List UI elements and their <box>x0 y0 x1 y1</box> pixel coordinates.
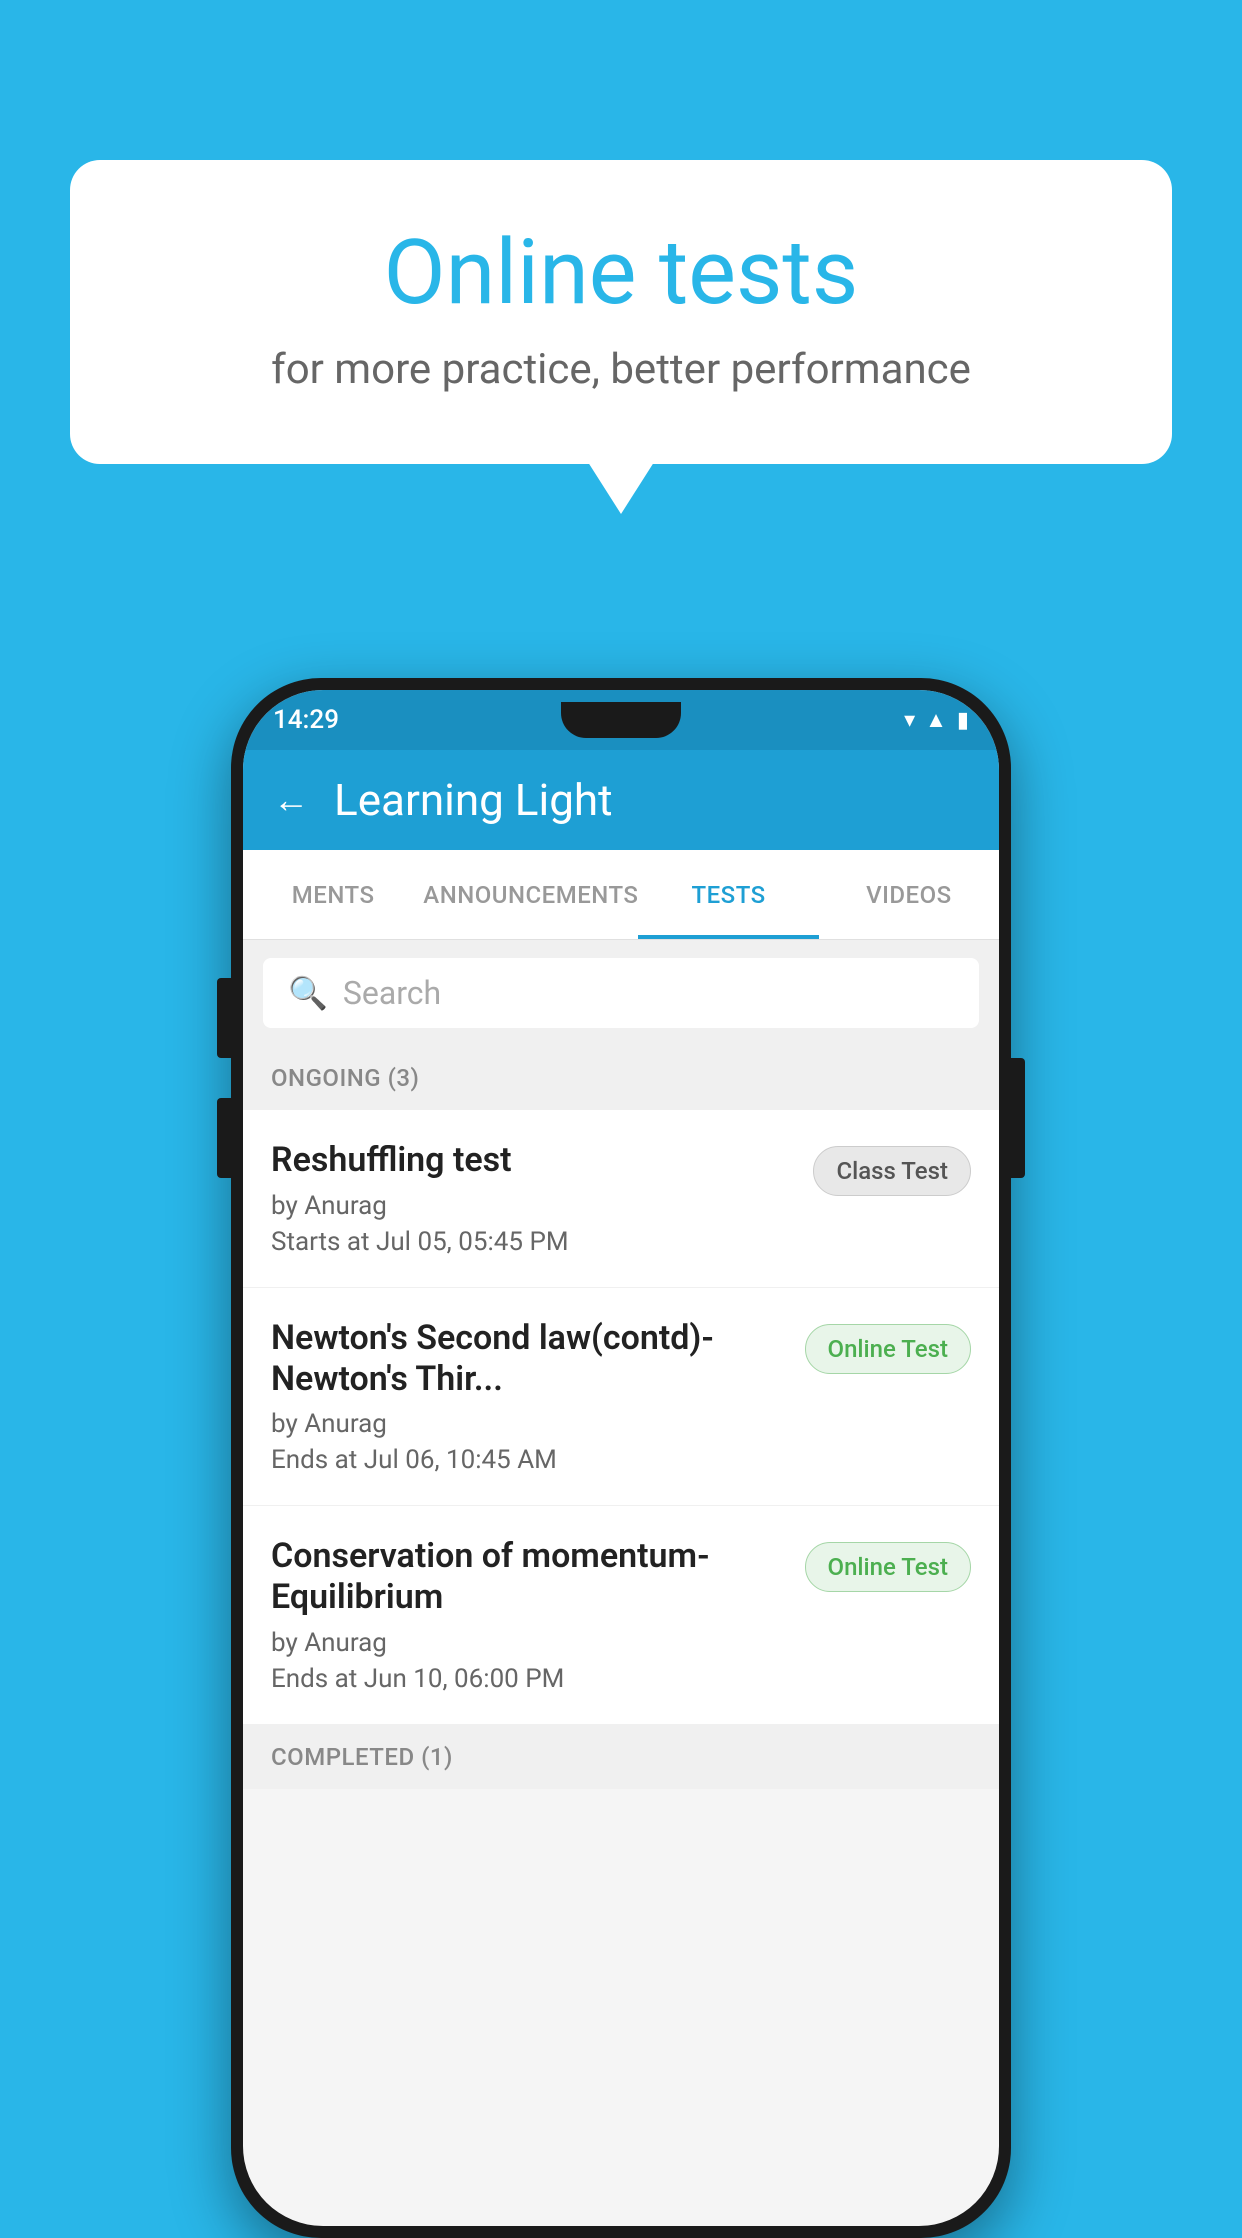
test-info-newton: Newton's Second law(contd)-Newton's Thir… <box>271 1318 785 1476</box>
search-icon: 🔍 <box>288 974 328 1012</box>
speech-bubble: Online tests for more practice, better p… <box>70 160 1172 464</box>
badge-online-test-conservation: Online Test <box>805 1542 971 1592</box>
badge-online-test-newton: Online Test <box>805 1324 971 1374</box>
search-container: 🔍 Search <box>243 940 999 1046</box>
tab-ments[interactable]: MENTS <box>243 850 423 939</box>
test-item-reshuffling[interactable]: Reshuffling test by Anurag Starts at Jul… <box>243 1110 999 1288</box>
test-name-reshuffling: Reshuffling test <box>271 1140 793 1181</box>
bubble-subtitle: for more practice, better performance <box>150 345 1092 394</box>
app-title: Learning Light <box>334 774 613 826</box>
test-time-newton: Ends at Jul 06, 10:45 AM <box>271 1445 785 1475</box>
status-time: 14:29 <box>273 705 339 735</box>
completed-section-header: COMPLETED (1) <box>243 1725 999 1789</box>
test-item-conservation[interactable]: Conservation of momentum-Equilibrium by … <box>243 1506 999 1725</box>
phone-notch <box>561 702 681 738</box>
test-time-conservation: Ends at Jun 10, 06:00 PM <box>271 1664 785 1694</box>
app-bar: ← Learning Light <box>243 750 999 850</box>
ongoing-section-header: ONGOING (3) <box>243 1046 999 1110</box>
test-info-conservation: Conservation of momentum-Equilibrium by … <box>271 1536 785 1694</box>
tabs-bar: MENTS ANNOUNCEMENTS TESTS VIDEOS <box>243 850 999 940</box>
search-bar[interactable]: 🔍 Search <box>263 958 979 1028</box>
ongoing-label: ONGOING (3) <box>271 1064 419 1092</box>
test-item-newton[interactable]: Newton's Second law(contd)-Newton's Thir… <box>243 1288 999 1507</box>
volume-up-button[interactable] <box>217 978 231 1058</box>
test-author-conservation: by Anurag <box>271 1628 785 1658</box>
status-icons: ▾ ▲ ▮ <box>904 707 969 733</box>
speech-bubble-container: Online tests for more practice, better p… <box>70 160 1172 464</box>
phone-screen: 14:29 ▾ ▲ ▮ ← Learning Light MENTS ANNOU… <box>243 690 999 2226</box>
badge-class-test: Class Test <box>813 1146 971 1196</box>
test-list: Reshuffling test by Anurag Starts at Jul… <box>243 1110 999 1725</box>
test-name-newton: Newton's Second law(contd)-Newton's Thir… <box>271 1318 785 1400</box>
power-button[interactable] <box>1011 1058 1025 1178</box>
bubble-title: Online tests <box>150 220 1092 325</box>
wifi-icon: ▾ <box>904 708 915 733</box>
test-author-reshuffling: by Anurag <box>271 1191 793 1221</box>
test-name-conservation: Conservation of momentum-Equilibrium <box>271 1536 785 1618</box>
phone-frame: 14:29 ▾ ▲ ▮ ← Learning Light MENTS ANNOU… <box>231 678 1011 2238</box>
back-button[interactable]: ← <box>273 779 309 821</box>
test-author-newton: by Anurag <box>271 1409 785 1439</box>
search-placeholder: Search <box>343 974 441 1012</box>
tab-videos[interactable]: VIDEOS <box>819 850 999 939</box>
tab-announcements[interactable]: ANNOUNCEMENTS <box>423 850 638 939</box>
test-info-reshuffling: Reshuffling test by Anurag Starts at Jul… <box>271 1140 793 1257</box>
battery-icon: ▮ <box>957 708 969 733</box>
tab-tests[interactable]: TESTS <box>638 850 818 939</box>
signal-icon: ▲ <box>925 707 947 733</box>
volume-down-button[interactable] <box>217 1098 231 1178</box>
test-time-reshuffling: Starts at Jul 05, 05:45 PM <box>271 1227 793 1257</box>
completed-label: COMPLETED (1) <box>271 1743 453 1771</box>
